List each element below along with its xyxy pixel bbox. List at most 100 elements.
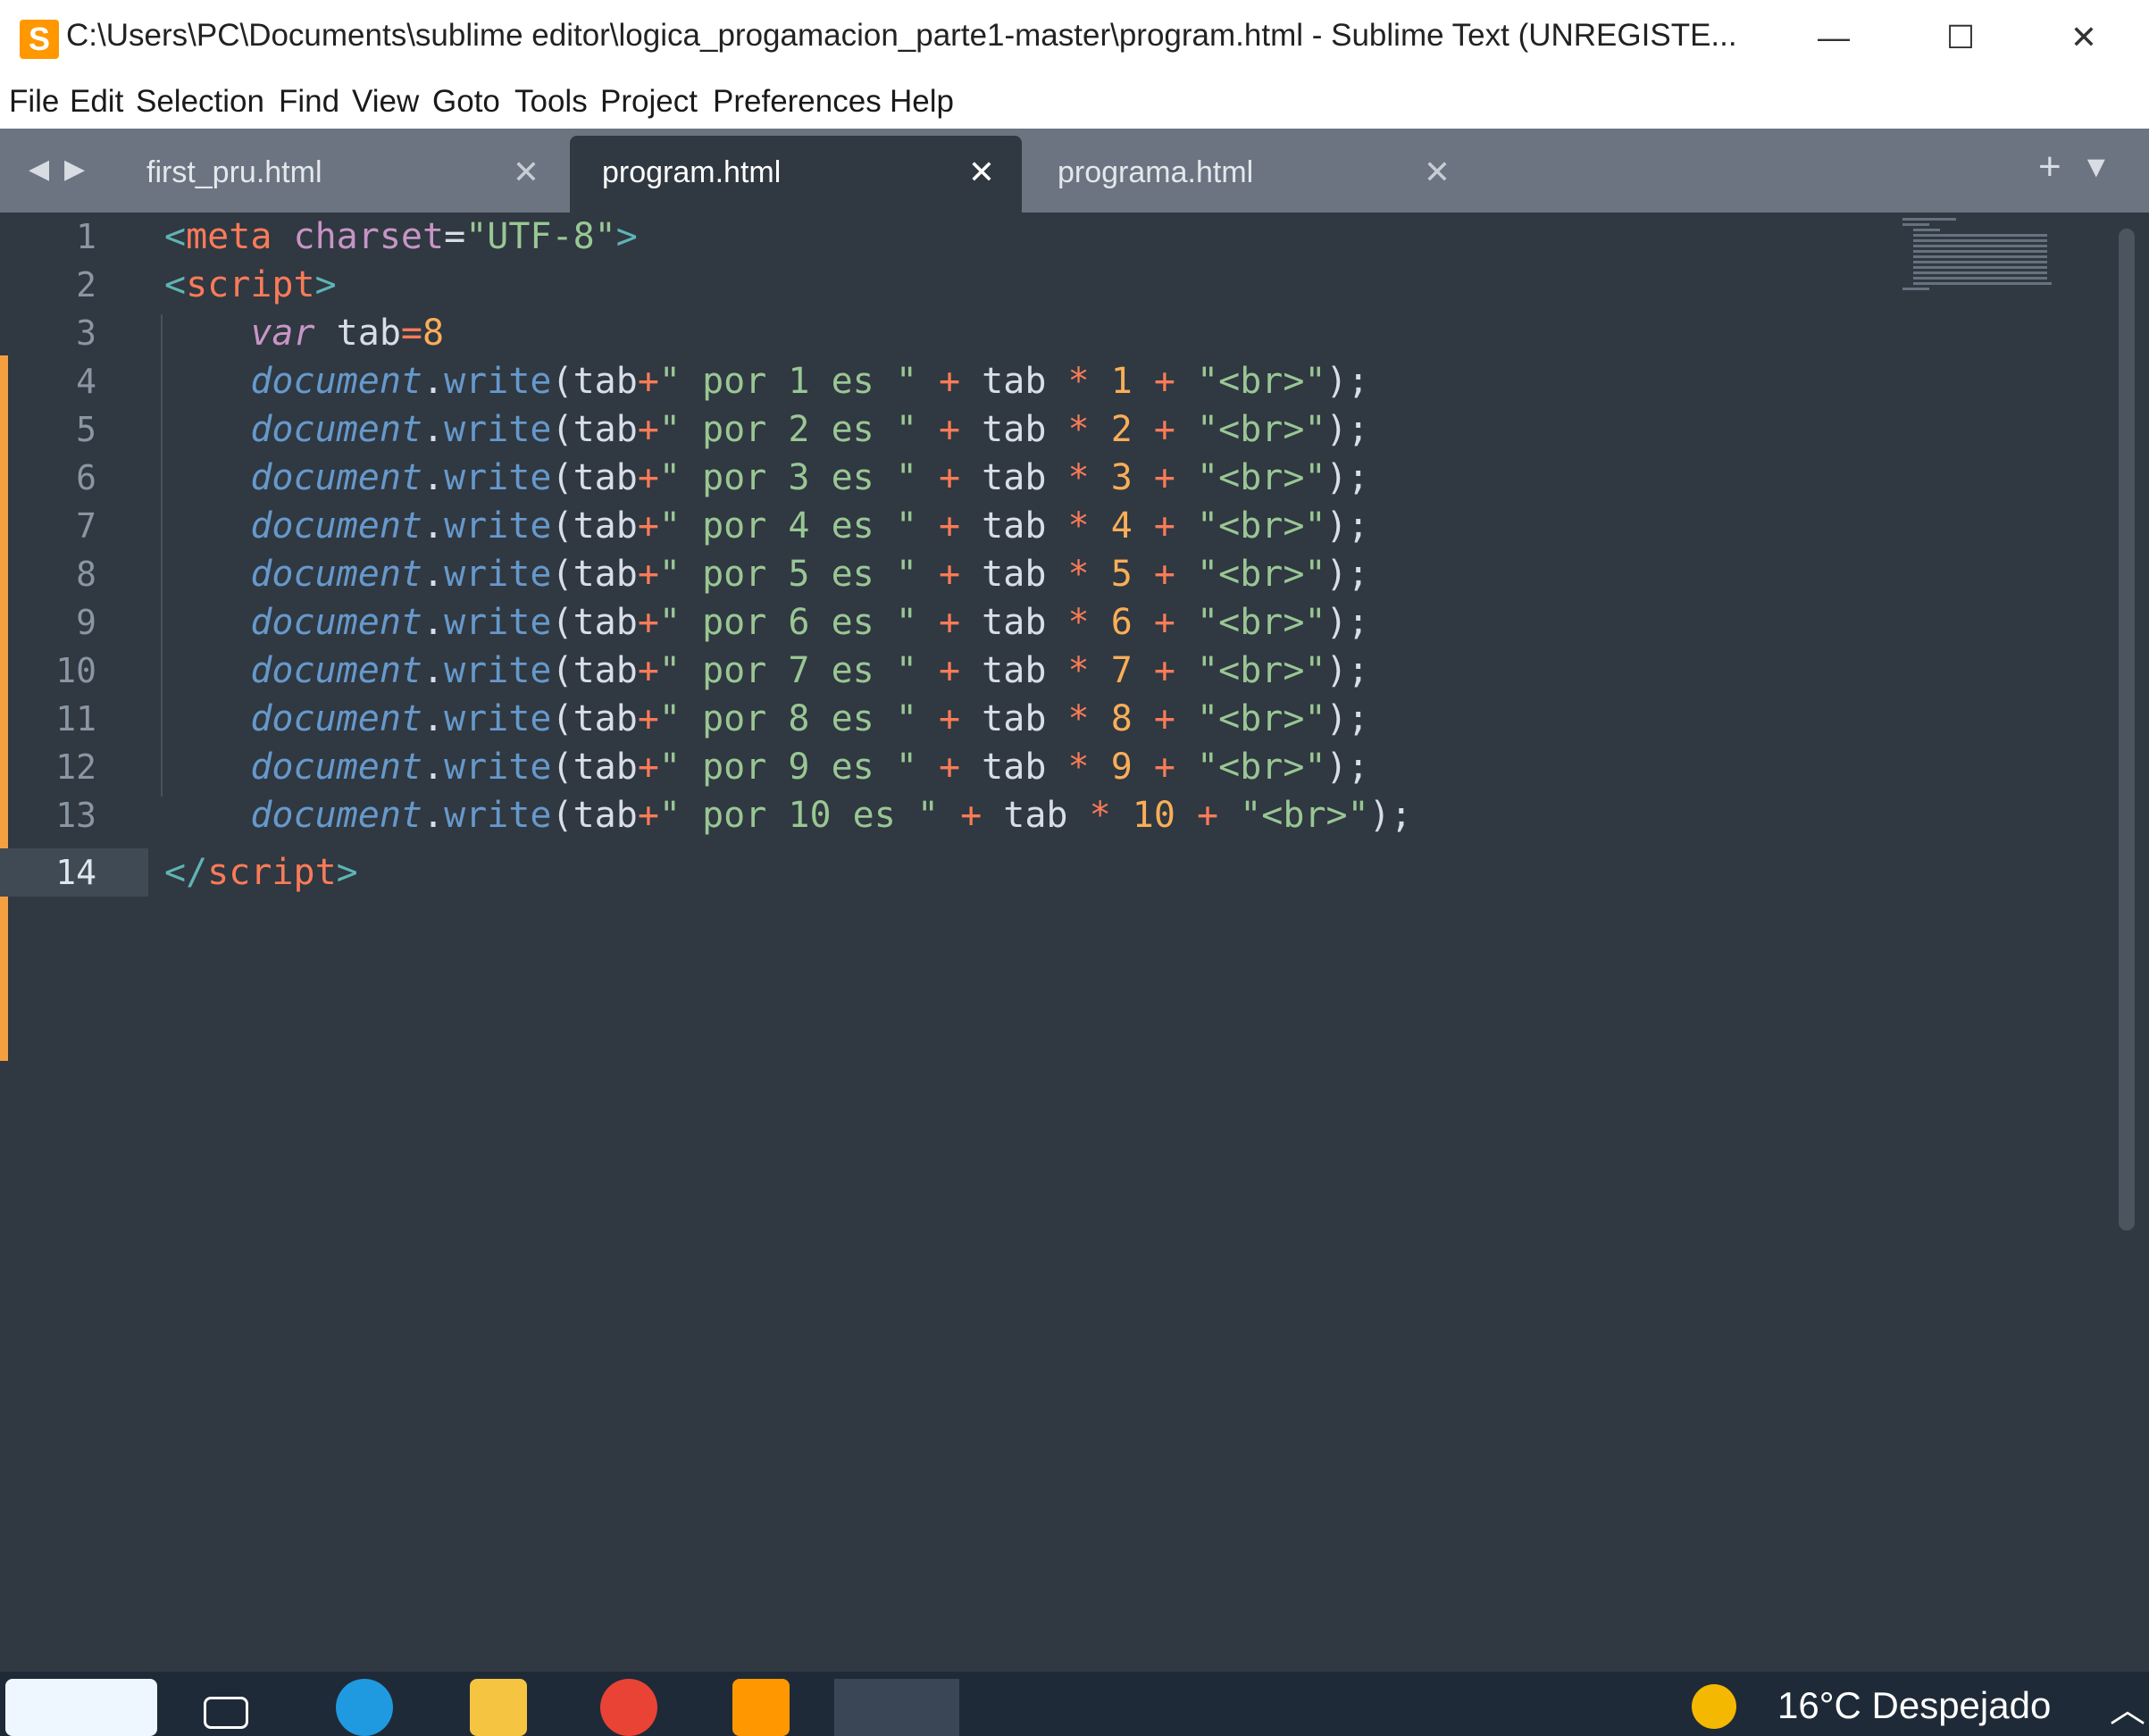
code-text: document.write(tab+" por 8 es " + tab * … [250, 698, 1369, 739]
code-line[interactable]: 3 var tab=8 [0, 309, 2054, 357]
sublime-text-icon[interactable] [732, 1679, 790, 1736]
title-bar: S C:\Users\PC\Documents\sublime editor\l… [0, 0, 2149, 79]
code-line[interactable]: 4 document.write(tab+" por 1 es " + tab … [0, 357, 2054, 405]
menu-file[interactable]: File [9, 84, 59, 120]
line-number: 11 [55, 699, 96, 739]
line-number: 14 [55, 853, 96, 892]
minimize-button[interactable]: — [1785, 11, 1883, 64]
code-text: document.write(tab+" por 7 es " + tab * … [250, 650, 1369, 691]
maximize-button[interactable]: ☐ [1911, 11, 2010, 64]
task-view-icon[interactable] [204, 1697, 248, 1729]
code-text: var tab=8 [250, 313, 445, 354]
minimap-line [1913, 234, 2047, 237]
close-tab-icon[interactable]: ✕ [513, 154, 539, 191]
edge-icon[interactable] [336, 1679, 393, 1736]
menu-goto[interactable]: Goto [432, 84, 500, 120]
menu-project[interactable]: Project [600, 84, 698, 120]
tab-label: programa.html [1058, 155, 1254, 189]
code-text: document.write(tab+" por 2 es " + tab * … [250, 409, 1369, 450]
tab-bar: ◀ ▶ first_pru.html ✕ program.html ✕ prog… [0, 129, 2149, 213]
minimap-line [1913, 245, 2047, 247]
tab-label: program.html [602, 155, 782, 189]
code-line-current[interactable]: 14 </script> [0, 848, 2054, 897]
weather-text[interactable]: 16°C Despejado [1777, 1684, 2051, 1727]
line-number: 13 [55, 796, 96, 835]
code-editor[interactable]: 1 <meta charset="UTF-8"> 2 <script> 3 va… [0, 213, 2149, 1672]
close-tab-icon[interactable]: ✕ [968, 154, 995, 191]
line-number: 4 [76, 362, 96, 401]
menu-help[interactable]: Help [890, 84, 954, 120]
tab-program[interactable]: program.html ✕ [570, 136, 1022, 213]
menu-bar: File Edit Selection Find View Goto Tools… [0, 79, 2149, 129]
chevron-up-icon[interactable]: ︿ [2110, 1681, 2145, 1732]
code-line[interactable]: 2 <script> [0, 261, 2054, 309]
office-icon[interactable] [834, 1679, 959, 1736]
minimap-line [1913, 250, 2047, 253]
menu-edit[interactable]: Edit [70, 84, 123, 120]
code-line[interactable]: 10 document.write(tab+" por 7 es " + tab… [0, 647, 2054, 695]
widgets-icon[interactable] [5, 1679, 157, 1736]
close-tab-icon[interactable]: ✕ [1424, 154, 1451, 191]
line-number: 12 [55, 747, 96, 787]
minimap-line [1913, 277, 2047, 280]
minimap-line [1913, 282, 2052, 285]
line-number: 6 [76, 458, 96, 497]
minimap-line [1913, 239, 2047, 242]
file-explorer-icon[interactable] [470, 1679, 527, 1736]
tab-programa[interactable]: programa.html ✕ [1025, 136, 1477, 213]
menu-preferences[interactable]: Preferences [713, 84, 882, 120]
menu-selection[interactable]: Selection [136, 84, 264, 120]
chrome-icon[interactable] [600, 1679, 657, 1736]
line-number: 2 [76, 265, 96, 305]
tab-prev-icon[interactable]: ◀ [29, 154, 49, 185]
minimap-line [1913, 261, 2047, 263]
line-number: 7 [76, 506, 96, 546]
code-text: <script> [164, 264, 337, 305]
code-line[interactable]: 6 document.write(tab+" por 3 es " + tab … [0, 454, 2054, 502]
tab-label: first_pru.html [146, 155, 322, 189]
menu-tools[interactable]: Tools [514, 84, 588, 120]
code-line[interactable]: 1 <meta charset="UTF-8"> [0, 213, 2054, 261]
minimap-line [1913, 255, 2047, 258]
minimap-line [1902, 288, 1929, 290]
code-line[interactable]: 7 document.write(tab+" por 4 es " + tab … [0, 502, 2054, 550]
minimap-line [1902, 223, 1929, 226]
code-line[interactable]: 8 document.write(tab+" por 5 es " + tab … [0, 550, 2054, 598]
line-number: 9 [76, 603, 96, 642]
code-text: document.write(tab+" por 9 es " + tab * … [250, 747, 1369, 788]
minimap[interactable] [1902, 218, 2054, 293]
code-line[interactable]: 11 document.write(tab+" por 8 es " + tab… [0, 695, 2054, 743]
tab-list-icon[interactable]: ▼ [2081, 150, 2111, 185]
minimap-line [1913, 229, 1940, 231]
sublime-app-icon: S [20, 20, 59, 59]
code-text: document.write(tab+" por 3 es " + tab * … [250, 457, 1369, 498]
code-text: </script> [164, 852, 358, 893]
line-number: 5 [76, 410, 96, 449]
code-text: document.write(tab+" por 6 es " + tab * … [250, 602, 1369, 643]
minimap-line [1913, 271, 2047, 274]
line-number: 1 [76, 217, 96, 256]
minimap-line [1902, 218, 1956, 221]
moon-weather-icon [1692, 1684, 1736, 1729]
menu-view[interactable]: View [352, 84, 419, 120]
code-line[interactable]: 13 document.write(tab+" por 10 es " + ta… [0, 791, 2054, 839]
code-line[interactable]: 5 document.write(tab+" por 2 es " + tab … [0, 405, 2054, 454]
code-line[interactable]: 12 document.write(tab+" por 9 es " + tab… [0, 743, 2054, 791]
close-window-button[interactable]: ✕ [2035, 11, 2133, 64]
minimap-line [1913, 266, 2047, 269]
code-text: document.write(tab+" por 1 es " + tab * … [250, 361, 1369, 402]
new-tab-icon[interactable]: + [2038, 145, 2061, 189]
menu-find[interactable]: Find [279, 84, 339, 120]
taskbar: 16°C Despejado ︿ [0, 1672, 2149, 1736]
code-line[interactable]: 9 document.write(tab+" por 6 es " + tab … [0, 598, 2054, 647]
vertical-scrollbar[interactable] [2119, 229, 2135, 1231]
tab-first-pru[interactable]: first_pru.html ✕ [114, 136, 566, 213]
tab-next-icon[interactable]: ▶ [64, 154, 85, 185]
code-text: document.write(tab+" por 5 es " + tab * … [250, 554, 1369, 595]
code-text: document.write(tab+" por 10 es " + tab *… [250, 795, 1412, 836]
line-number: 10 [55, 651, 96, 690]
code-text: <meta charset="UTF-8"> [164, 216, 638, 257]
window-title: C:\Users\PC\Documents\sublime editor\log… [66, 18, 1737, 53]
code-text: document.write(tab+" por 4 es " + tab * … [250, 505, 1369, 547]
line-number: 3 [76, 313, 96, 353]
